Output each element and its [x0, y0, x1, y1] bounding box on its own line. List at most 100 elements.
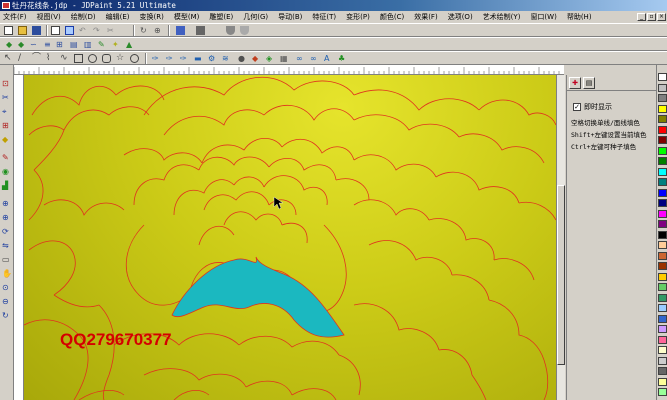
node-edit-tool-icon[interactable]: ⌖: [2, 107, 11, 116]
paint-icon[interactable]: ✎: [98, 40, 107, 49]
rotate-tool-icon[interactable]: ⟳: [2, 227, 11, 236]
diamond-select-icon[interactable]: ◆: [2, 135, 11, 144]
menu-item[interactable]: 变换(R): [139, 11, 165, 23]
open-folder-icon[interactable]: [18, 26, 27, 35]
color-swatch[interactable]: [658, 136, 667, 144]
diamond-2-tool-icon[interactable]: ◈: [266, 54, 275, 63]
menu-item[interactable]: 编辑(E): [105, 11, 131, 23]
color-swatch[interactable]: [658, 304, 667, 312]
ellipse-tool-icon[interactable]: [88, 54, 97, 63]
bucket-tool-icon[interactable]: ◉: [2, 167, 11, 176]
circle-tool-icon[interactable]: [130, 54, 139, 63]
realtime-display-option[interactable]: ✓ 即时显示: [573, 102, 612, 112]
path-tool-icon[interactable]: ⚙: [208, 54, 217, 63]
eraser-tool-icon[interactable]: ▟: [2, 181, 11, 190]
tab-list[interactable]: ▤: [583, 77, 595, 89]
zoom-region-icon[interactable]: ⊕: [2, 213, 11, 222]
loop-tool-icon[interactable]: ∞: [296, 54, 305, 63]
color-swatch[interactable]: [658, 83, 667, 92]
save-icon[interactable]: [32, 26, 41, 35]
color-swatch[interactable]: [658, 367, 667, 375]
group-icon[interactable]: ▤: [70, 40, 79, 49]
wave-tool-icon[interactable]: ≋: [222, 54, 231, 63]
undo-icon[interactable]: ↶: [79, 26, 88, 35]
menu-item[interactable]: 变形(P): [345, 11, 371, 23]
minimize-button[interactable]: _: [637, 13, 646, 21]
menu-item[interactable]: 几何(G): [242, 11, 269, 23]
menu-item[interactable]: 绘制(D): [70, 11, 97, 23]
zoom-out-icon[interactable]: ⊖: [2, 297, 11, 306]
menu-item[interactable]: 文件(F): [2, 11, 28, 23]
color-swatch[interactable]: [658, 314, 667, 323]
cut-icon[interactable]: ✂: [107, 26, 116, 35]
color-swatch[interactable]: [658, 230, 667, 239]
refresh-icon[interactable]: ↻: [140, 26, 149, 35]
zoom-in-icon[interactable]: ⊕: [2, 199, 11, 208]
menu-item[interactable]: 帮助(H): [566, 11, 593, 23]
color-swatch[interactable]: [658, 272, 667, 281]
color-swatch[interactable]: [658, 125, 667, 134]
pen-tool-icon[interactable]: ✎: [2, 153, 11, 162]
color-swatch[interactable]: [658, 335, 667, 344]
color-swatch[interactable]: [658, 377, 667, 386]
pointer-icon[interactable]: ↖: [4, 54, 13, 63]
redo-icon[interactable]: ↷: [93, 26, 102, 35]
refresh-view-icon[interactable]: ↻: [2, 311, 11, 320]
car-tool-icon[interactable]: ▬: [194, 54, 203, 63]
menu-item[interactable]: 艺术绘制(Y): [482, 11, 522, 23]
select-tool-icon[interactable]: ⊡: [2, 79, 11, 88]
color-swatch[interactable]: [658, 167, 667, 176]
crop-tool-icon[interactable]: ⊞: [2, 121, 11, 130]
layer-icon[interactable]: [196, 26, 205, 35]
star-tool-icon[interactable]: ☆: [116, 54, 125, 63]
line-tool-icon[interactable]: ∕: [18, 54, 27, 63]
color-swatch[interactable]: [658, 251, 667, 260]
curve-tool-icon[interactable]: ∽: [30, 40, 39, 49]
print-icon[interactable]: [51, 26, 60, 35]
realtime-display-checkbox[interactable]: ✓: [573, 103, 581, 111]
color-swatch[interactable]: [658, 346, 667, 354]
menu-item[interactable]: 模型(M): [173, 11, 201, 23]
color-swatch[interactable]: [658, 356, 667, 365]
color-swatch[interactable]: [658, 115, 667, 123]
close-button[interactable]: ×: [657, 13, 666, 21]
zoom-fit-icon[interactable]: ⊙: [2, 283, 11, 292]
measure-tool-icon[interactable]: ▭: [2, 255, 11, 264]
color-swatch[interactable]: [658, 241, 667, 249]
menu-item[interactable]: 雕塑(E): [208, 11, 234, 23]
new-file-icon[interactable]: [4, 26, 13, 35]
color-swatch[interactable]: [658, 188, 667, 197]
diamond-tool-icon[interactable]: ◆: [252, 54, 261, 63]
menu-item[interactable]: 窗口(W): [529, 11, 557, 23]
color-swatch[interactable]: [658, 73, 667, 81]
rounded-rect-tool-icon[interactable]: [102, 54, 111, 63]
color-swatch[interactable]: [658, 157, 667, 165]
color-swatch[interactable]: [658, 262, 667, 270]
filled-petal[interactable]: [171, 256, 345, 338]
restore-button[interactable]: ▫: [647, 13, 656, 21]
color-swatch[interactable]: [658, 209, 667, 218]
menu-item[interactable]: 效果(F): [413, 11, 439, 23]
color-swatch[interactable]: [658, 178, 667, 186]
menu-item[interactable]: 视图(V): [36, 11, 62, 23]
zoom-icon[interactable]: ⊕: [154, 26, 163, 35]
node-icon[interactable]: ◆: [6, 40, 15, 49]
color-swatch[interactable]: [658, 199, 667, 207]
color-picker-icon[interactable]: [176, 26, 185, 35]
rectangle-tool-icon[interactable]: [74, 54, 83, 63]
color-swatch[interactable]: [658, 293, 667, 302]
drawing-canvas[interactable]: QQ279670377: [24, 75, 556, 400]
scrollbar-thumb[interactable]: [557, 185, 565, 365]
edit-node-icon[interactable]: ✑: [152, 54, 161, 63]
arrange-icon[interactable]: ⊞: [56, 40, 65, 49]
vertical-scrollbar[interactable]: [556, 75, 565, 400]
shield-icon[interactable]: [226, 26, 235, 35]
color-swatch[interactable]: [658, 94, 667, 102]
edit-node-2-icon[interactable]: ✑: [166, 54, 175, 63]
edit-node-3-icon[interactable]: ✑: [180, 54, 189, 63]
mirror-tool-icon[interactable]: ⇋: [2, 241, 11, 250]
scissors-tool-icon[interactable]: ✂: [2, 93, 11, 102]
color-swatch[interactable]: [658, 146, 667, 155]
menu-item[interactable]: 选项(O): [447, 11, 474, 23]
grid-tool-icon[interactable]: ▦: [280, 54, 289, 63]
